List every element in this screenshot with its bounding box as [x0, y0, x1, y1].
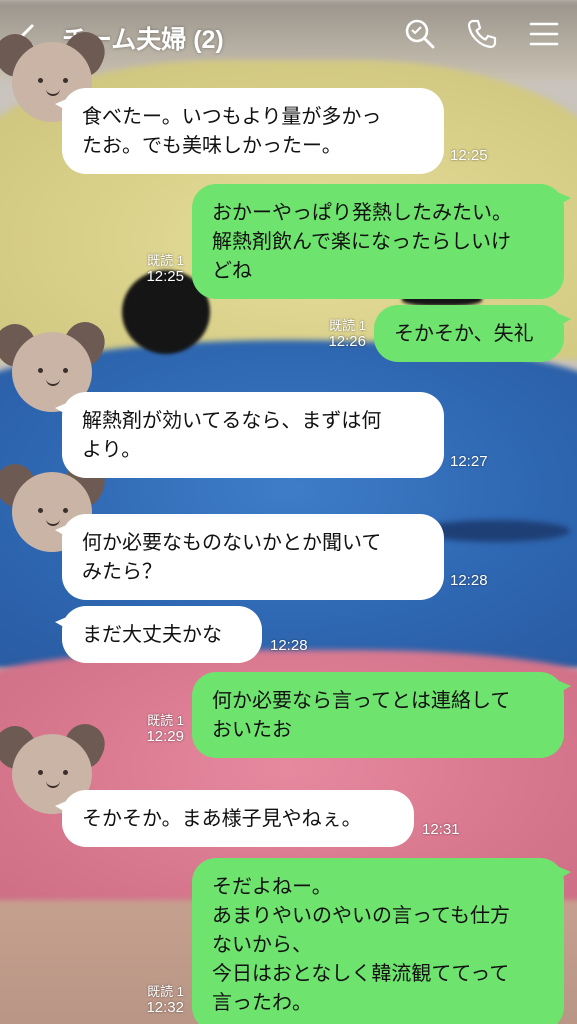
menu-icon[interactable] [526, 16, 562, 52]
read-receipt: 既読 1 [147, 713, 184, 728]
message-meta: 12:25 [450, 147, 488, 165]
message-meta: 12:28 [270, 637, 308, 655]
message-meta: 既読 1 12:29 [138, 713, 184, 746]
message-meta: 12:27 [450, 453, 488, 471]
message-time: 12:27 [450, 453, 488, 470]
message-meta: 12:31 [422, 821, 460, 839]
read-receipt: 既読 1 [329, 318, 366, 333]
message-bubble-outgoing[interactable]: そだよねー。 あまりやいのやいの言っても仕方 ないから、 今日はおとなしく韓流観… [192, 858, 571, 1024]
message-time: 12:28 [270, 637, 308, 654]
message-bubble-outgoing[interactable]: おかーやっぱり発熱したみたい。 解熱剤飲んで楽になったらしいけ どね [192, 184, 571, 299]
message-bubble-incoming[interactable]: 食べたー。いつもより量が多かっ たお。でも美味しかったー。 [55, 88, 444, 174]
message-time: 12:25 [146, 268, 184, 285]
message-time: 12:26 [328, 333, 366, 350]
message-bubble-incoming[interactable]: 何か必要なものないかとか聞いて みたら？ [55, 514, 444, 600]
message-time: 12:32 [146, 999, 184, 1016]
message-meta: 既読 1 12:32 [138, 984, 184, 1017]
message-meta: 12:28 [450, 572, 488, 590]
message-bubble-outgoing[interactable]: 何か必要なら言ってとは連絡して おいたお [192, 672, 571, 758]
message-time: 12:29 [146, 728, 184, 745]
message-meta: 既読 1 12:26 [320, 318, 366, 351]
message-time: 12:25 [450, 147, 488, 164]
message-bubble-incoming[interactable]: まだ大丈夫かな [55, 606, 262, 663]
read-receipt: 既読 1 [147, 984, 184, 999]
message-bubble-incoming[interactable]: そかそか。まあ様子見やねぇ。 [55, 790, 414, 847]
message-bubble-outgoing[interactable]: そかそか、失礼 [374, 305, 571, 362]
message-bubble-incoming[interactable]: 解熱剤が効いてるなら、まずは何 より。 [55, 392, 444, 478]
phone-icon[interactable] [464, 16, 500, 52]
read-receipt: 既読 1 [147, 253, 184, 268]
search-icon[interactable] [402, 16, 438, 52]
message-meta: 既読 1 12:25 [138, 253, 184, 286]
message-time: 12:28 [450, 572, 488, 589]
message-time: 12:31 [422, 821, 460, 838]
